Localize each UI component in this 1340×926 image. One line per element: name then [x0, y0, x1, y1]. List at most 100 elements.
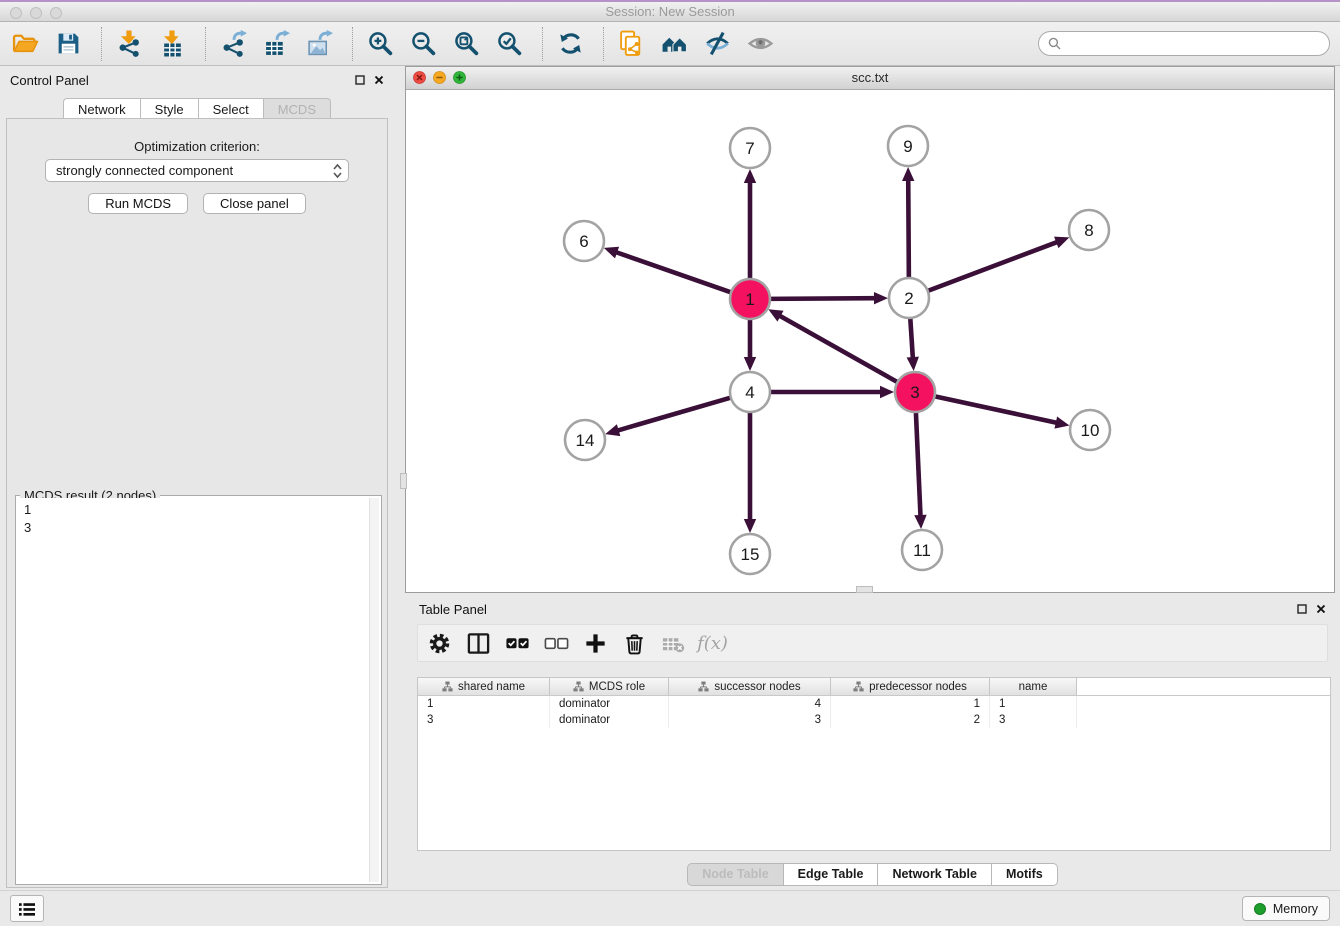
edge-arrowhead — [744, 519, 756, 533]
import-network-icon[interactable] — [114, 28, 145, 60]
refresh-network-view-icon[interactable] — [555, 28, 586, 60]
tab-node-table[interactable]: Node Table — [687, 863, 783, 886]
table-settings-gear-icon[interactable] — [426, 630, 453, 657]
edge-arrowhead — [914, 515, 926, 529]
column-header-predecessor-nodes[interactable]: predecessor nodes — [831, 678, 990, 695]
table-row[interactable]: 1dominator411 — [418, 696, 1330, 712]
zoom-fit-content-icon[interactable] — [451, 28, 482, 60]
tab-edge-table[interactable]: Edge Table — [784, 863, 879, 886]
close-panel-icon[interactable] — [374, 75, 384, 85]
memory-button[interactable]: Memory — [1242, 896, 1330, 921]
edge-2-3[interactable] — [910, 316, 913, 359]
toolbar-separator — [101, 27, 102, 61]
add-column-icon[interactable] — [582, 630, 609, 657]
edge-2-8[interactable] — [926, 242, 1058, 292]
table-cell: 3 — [669, 712, 831, 728]
mcds-result-item: 3 — [24, 519, 363, 537]
column-type-icon — [573, 681, 584, 692]
node-label-10: 10 — [1081, 421, 1100, 440]
edge-2-9[interactable] — [908, 179, 909, 280]
tab-motifs[interactable]: Motifs — [992, 863, 1058, 886]
node-label-11: 11 — [913, 541, 931, 560]
network-window-title: scc.txt — [406, 67, 1334, 89]
toolbar-separator — [542, 27, 543, 61]
edge-3-10[interactable] — [933, 396, 1058, 423]
float-panel-icon[interactable] — [355, 75, 365, 85]
search-box[interactable] — [1038, 31, 1330, 56]
control-panel: Control Panel NetworkStyleSelectMCDS Opt… — [0, 67, 394, 890]
column-header-MCDS-role[interactable]: MCDS role — [550, 678, 669, 695]
edge-1-6[interactable] — [615, 252, 733, 293]
close-table-panel-icon[interactable] — [1316, 604, 1326, 614]
delete-column-trash-icon[interactable] — [621, 630, 648, 657]
toolbar-separator — [603, 27, 604, 61]
hide-graphics-details-icon[interactable] — [702, 28, 733, 60]
edge-4-14[interactable] — [617, 397, 733, 431]
export-network-icon[interactable] — [218, 28, 249, 60]
run-mcds-button[interactable]: Run MCDS — [88, 193, 188, 214]
criterion-select[interactable]: strongly connected component — [45, 159, 349, 182]
edge-3-11[interactable] — [916, 410, 921, 517]
column-header-successor-nodes[interactable]: successor nodes — [669, 678, 831, 695]
edge-1-2[interactable] — [768, 298, 876, 299]
search-input[interactable] — [1067, 35, 1320, 52]
window-titlebar: Session: New Session — [0, 0, 1340, 22]
column-header-label: name — [1019, 681, 1048, 693]
search-icon — [1048, 37, 1061, 50]
birds-eye-view-icon[interactable] — [745, 28, 776, 60]
split-panel-icon[interactable] — [465, 630, 492, 657]
splitter-handle-bottom[interactable] — [856, 586, 873, 593]
table-cell: 3 — [990, 712, 1077, 728]
node-label-1: 1 — [745, 290, 754, 309]
mcds-result-scrollbar[interactable] — [369, 498, 379, 882]
export-table-icon[interactable] — [261, 28, 292, 60]
close-panel-button[interactable]: Close panel — [203, 193, 306, 214]
table-row[interactable]: 3dominator323 — [418, 712, 1330, 728]
edge-3-1[interactable] — [779, 315, 900, 383]
table-panel: Table Panel f(x) shared name MCDS role suc… — [405, 596, 1340, 890]
edge-arrowhead — [744, 357, 756, 371]
column-type-icon — [442, 681, 453, 692]
toolbar-icon-groups — [10, 27, 788, 61]
edge-arrowhead — [880, 386, 894, 398]
column-header-name[interactable]: name — [990, 678, 1077, 695]
select-all-rows-icon[interactable] — [504, 630, 531, 657]
edge-arrowhead — [744, 169, 756, 183]
import-table-icon[interactable] — [157, 28, 188, 60]
clone-network-icon[interactable] — [616, 28, 647, 60]
column-header-label: MCDS role — [589, 681, 645, 693]
function-builder-icon: f(x) — [699, 630, 726, 657]
table-body: 1dominator4113dominator323 — [418, 696, 1330, 728]
float-table-panel-icon[interactable] — [1297, 604, 1307, 614]
table-cell: 1 — [831, 696, 990, 712]
network-canvas[interactable]: 7968124314101511 — [406, 90, 1334, 592]
delete-table-icon — [660, 630, 687, 657]
node-table: shared name MCDS role successor nodes prede… — [417, 677, 1331, 851]
toolbar-separator — [352, 27, 353, 61]
edge-arrowhead — [1054, 417, 1069, 429]
column-header-shared-name[interactable]: shared name — [418, 678, 550, 695]
edge-arrowhead — [874, 292, 888, 304]
edge-arrowhead — [605, 424, 620, 436]
memory-label: Memory — [1273, 902, 1318, 916]
edge-arrowhead — [902, 167, 914, 181]
column-header-label: predecessor nodes — [869, 681, 967, 693]
open-session-folder-icon[interactable] — [10, 28, 41, 60]
table-toolbar: f(x) — [417, 624, 1328, 662]
network-window-titlebar: scc.txt — [406, 67, 1334, 90]
zoom-selected-icon[interactable] — [494, 28, 525, 60]
task-history-button[interactable] — [10, 895, 44, 922]
save-session-icon[interactable] — [53, 28, 84, 60]
network-overview-home-icon[interactable] — [659, 28, 690, 60]
criterion-select-value: strongly connected component — [56, 163, 333, 178]
main-toolbar — [0, 22, 1340, 66]
table-panel-title: Table Panel — [419, 602, 487, 617]
export-image-icon[interactable] — [304, 28, 335, 60]
zoom-in-icon[interactable] — [365, 28, 396, 60]
splitter-handle-left[interactable] — [400, 473, 407, 489]
column-header-label: shared name — [458, 681, 525, 693]
deselect-all-rows-icon[interactable] — [543, 630, 570, 657]
zoom-out-icon[interactable] — [408, 28, 439, 60]
tab-network-table[interactable]: Network Table — [878, 863, 992, 886]
node-label-6: 6 — [579, 232, 588, 251]
